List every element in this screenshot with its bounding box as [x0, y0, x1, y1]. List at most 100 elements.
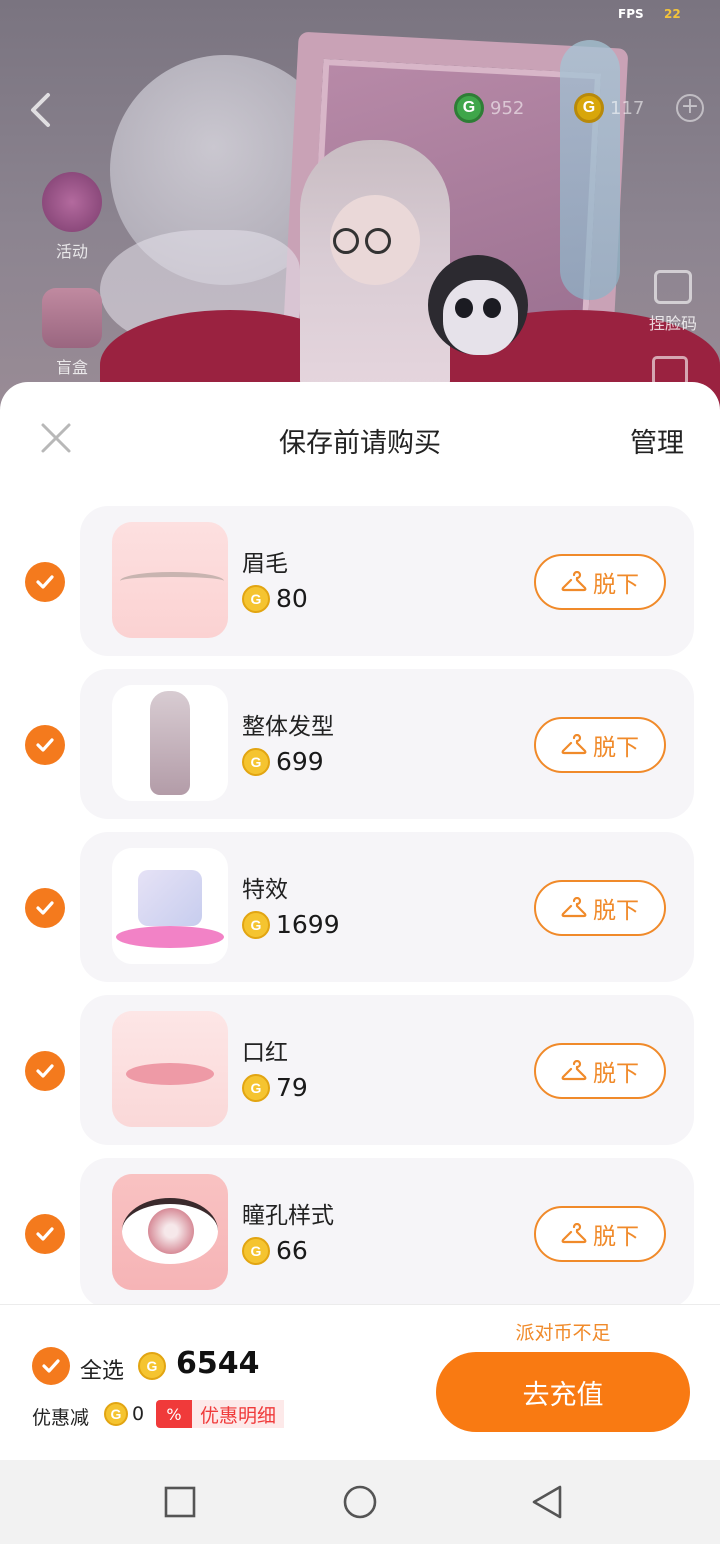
recent-apps-icon[interactable] — [162, 1484, 198, 1520]
face-code-label: 捏脸码 — [648, 314, 697, 333]
coin-icon: G — [242, 747, 270, 776]
pet-eye-right — [483, 298, 501, 318]
add-coin-button[interactable]: + — [676, 94, 704, 122]
item-thumbnail-lipstick — [112, 1011, 228, 1127]
item-name: 眉毛 — [242, 551, 288, 577]
take-off-button[interactable]: 脱下 — [534, 1043, 666, 1099]
fps-value: 22 — [664, 7, 681, 21]
item-price: G 80 — [242, 584, 308, 613]
checkmark-icon — [36, 738, 54, 752]
glasses-left — [333, 228, 359, 254]
take-off-button[interactable]: 脱下 — [534, 554, 666, 610]
discount-detail-button[interactable]: % 优惠明细 — [156, 1400, 285, 1428]
list-item: 口红 G 79 脱下 — [0, 995, 720, 1145]
checkmark-icon — [36, 575, 54, 589]
face-scan-icon — [654, 270, 692, 304]
item-name: 口红 — [242, 1040, 288, 1066]
star-badge-icon — [42, 172, 102, 232]
gift-box-icon — [42, 288, 102, 348]
manage-button[interactable]: 管理 — [630, 421, 684, 460]
item-checkbox[interactable] — [25, 725, 65, 765]
item-name: 特效 — [242, 877, 288, 903]
item-card: 眉毛 G 80 脱下 — [80, 506, 694, 656]
home-icon[interactable] — [342, 1484, 378, 1520]
take-off-label: 脱下 — [593, 735, 639, 761]
take-off-label: 脱下 — [593, 898, 639, 924]
item-price: G 699 — [242, 747, 324, 776]
item-checkbox[interactable] — [25, 562, 65, 602]
item-price-value: 1699 — [276, 910, 340, 939]
take-off-button[interactable]: 脱下 — [534, 717, 666, 773]
back-chevron-icon[interactable] — [26, 92, 56, 128]
item-thumbnail-hairstyle — [112, 685, 228, 801]
glasses-right — [365, 228, 391, 254]
item-price: G 1699 — [242, 910, 340, 939]
item-card: 整体发型 G 699 脱下 — [80, 669, 694, 819]
coin-icon: G — [242, 1236, 270, 1265]
insufficient-balance-notice: 派对币不足 — [515, 1322, 611, 1344]
side-entry-label: 盲盒 — [55, 358, 88, 377]
item-thumbnail-pupil — [112, 1174, 228, 1290]
total-price: 6544 — [176, 1346, 260, 1381]
coin-icon: G — [242, 584, 270, 613]
ribbon-decoration — [560, 40, 620, 300]
take-off-label: 脱下 — [593, 1224, 639, 1250]
gold-coin-balance: G 117 — [574, 92, 644, 124]
select-all-label: 全选 — [80, 1359, 125, 1384]
select-all-checkbox[interactable] — [32, 1347, 70, 1385]
item-price-value: 80 — [276, 584, 308, 613]
item-price-value: 79 — [276, 1073, 308, 1102]
list-item: 瞳孔样式 G 66 脱下 — [0, 1158, 720, 1304]
pet-eye-left — [455, 298, 473, 318]
hanger-icon — [561, 734, 587, 755]
green-coin-balance: G 952 — [454, 92, 524, 124]
list-item: 整体发型 G 699 脱下 — [0, 669, 720, 819]
purchase-item-list[interactable]: 眉毛 G 80 脱下 整体发型 G 699 脱下 特效 G 1699 脱下 口红… — [0, 506, 720, 1304]
discount-value: 0 — [132, 1403, 145, 1425]
coin-icon: G — [242, 910, 270, 939]
coin-icon: G — [242, 1073, 270, 1102]
back-icon[interactable] — [530, 1484, 566, 1520]
take-off-label: 脱下 — [593, 572, 639, 598]
hanger-icon — [561, 1223, 587, 1244]
item-card: 特效 G 1699 脱下 — [80, 832, 694, 982]
recharge-button[interactable]: 去充值 — [436, 1352, 690, 1432]
list-item: 特效 G 1699 脱下 — [0, 832, 720, 982]
checkmark-icon — [36, 1064, 54, 1078]
item-thumbnail-effect — [112, 848, 228, 964]
item-checkbox[interactable] — [25, 888, 65, 928]
side-entry-label: 活动 — [55, 242, 88, 261]
item-name: 整体发型 — [242, 714, 334, 740]
pet-dog-face — [443, 280, 518, 355]
hanger-icon — [561, 1060, 587, 1081]
coin-icon: G — [138, 1352, 166, 1380]
green-coin-icon: G — [454, 93, 484, 123]
list-item: 眉毛 G 80 脱下 — [0, 506, 720, 656]
item-price-value: 66 — [276, 1236, 308, 1265]
coin-icon: G — [104, 1402, 128, 1426]
system-navigation-bar — [0, 1460, 720, 1544]
game-scene-background — [0, 0, 720, 420]
discount-label: 优惠减 — [32, 1407, 90, 1429]
gold-coin-icon: G — [574, 93, 604, 123]
item-price-value: 699 — [276, 747, 324, 776]
item-name: 瞳孔样式 — [242, 1203, 334, 1229]
item-card: 瞳孔样式 G 66 脱下 — [80, 1158, 694, 1304]
side-entry-activity[interactable]: 活动 — [36, 172, 108, 262]
take-off-label: 脱下 — [593, 1061, 639, 1087]
discount-detail-label: 优惠明细 — [192, 1400, 285, 1428]
item-checkbox[interactable] — [25, 1051, 65, 1091]
item-thumbnail-eyebrow — [112, 522, 228, 638]
item-price: G 66 — [242, 1236, 308, 1265]
gold-coin-value: 117 — [610, 97, 645, 119]
item-card: 口红 G 79 脱下 — [80, 995, 694, 1145]
take-off-button[interactable]: 脱下 — [534, 880, 666, 936]
checkmark-icon — [36, 901, 54, 915]
checkmark-icon — [36, 1227, 54, 1241]
item-checkbox[interactable] — [25, 1214, 65, 1254]
face-code-entry[interactable]: 捏脸码 — [638, 270, 708, 334]
percent-tag-icon: % — [156, 1400, 192, 1428]
side-entry-blindbox[interactable]: 盲盒 — [36, 288, 108, 378]
take-off-button[interactable]: 脱下 — [534, 1206, 666, 1262]
green-coin-value: 952 — [490, 97, 525, 119]
